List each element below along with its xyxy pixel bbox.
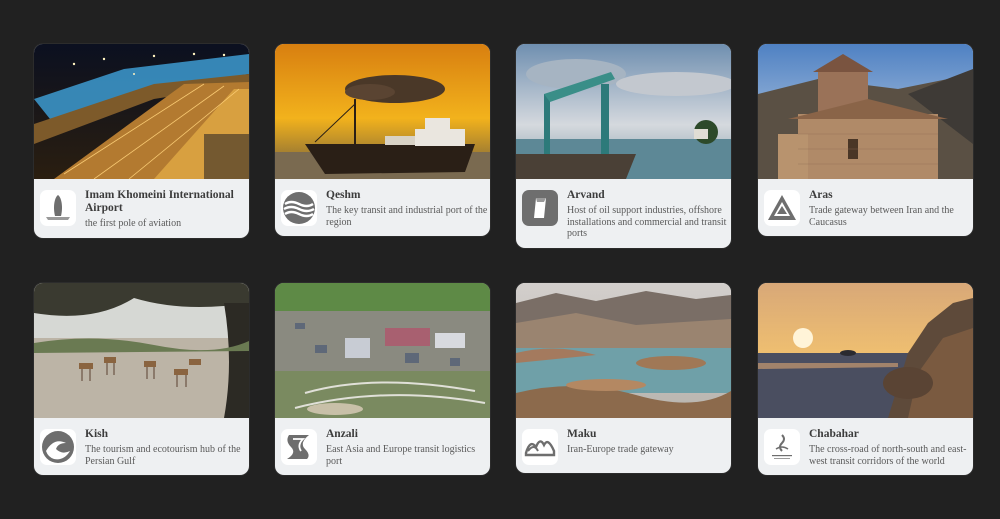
zone-card-qeshm[interactable]: Qeshm The key transit and industrial por… <box>275 44 490 236</box>
kish-deer-photo <box>34 283 249 418</box>
zone-name: Arvand <box>567 189 605 201</box>
zone-card-maku[interactable]: Maku Iran-Europe trade gateway <box>516 283 731 473</box>
zone-card-chabahar[interactable]: Chabahar The cross-road of north-south a… <box>758 283 973 475</box>
zone-card-aras[interactable]: Aras Trade gateway between Iran and the … <box>758 44 973 236</box>
arvand-icon <box>522 190 558 226</box>
anzali-icon <box>281 429 317 465</box>
mountain-triangle-icon <box>764 190 800 226</box>
arvand-port-photo <box>516 44 731 179</box>
zone-name: Chabahar <box>809 428 859 440</box>
zone-name: Imam Khomeini International Airport <box>85 189 234 214</box>
chabahar-icon <box>764 429 800 465</box>
zone-card-arvand[interactable]: Arvand Host of oil support industries, o… <box>516 44 731 248</box>
zone-description: The cross-road of north-south and east-w… <box>809 444 967 467</box>
airport-photo <box>34 44 249 179</box>
zone-card-imam-khomeini[interactable]: Imam Khomeini International Airport the … <box>34 44 249 238</box>
qeshm-ship-photo <box>275 44 490 179</box>
zone-description: East Asia and Europe transit logistics p… <box>326 444 476 467</box>
zone-name: Kish <box>85 428 109 440</box>
waves-icon <box>281 190 317 226</box>
zone-card-anzali[interactable]: Anzali East Asia and Europe transit logi… <box>275 283 490 475</box>
zone-name: Anzali <box>326 428 358 440</box>
zone-description: Host of oil support industries, offshore… <box>567 205 727 239</box>
zone-description: The tourism and ecotourism hub of the Pe… <box>85 444 241 467</box>
zone-card-kish[interactable]: Kish The tourism and ecotourism hub of t… <box>34 283 249 475</box>
maku-icon <box>522 429 558 465</box>
aras-church-photo <box>758 44 973 179</box>
zone-name: Aras <box>809 189 833 201</box>
zone-description: the first pole of aviation <box>85 218 182 229</box>
airport-plane-icon <box>40 190 76 226</box>
zone-description: Trade gateway between Iran and the Cauca… <box>809 205 954 228</box>
zone-name: Qeshm <box>326 189 361 201</box>
maku-lake-photo <box>516 283 731 418</box>
chabahar-sunset-photo <box>758 283 973 418</box>
zone-description: The key transit and industrial port of t… <box>326 205 488 228</box>
zone-name: Maku <box>567 428 597 440</box>
zone-description: Iran-Europe trade gateway <box>567 444 674 455</box>
kish-wave-icon <box>40 429 76 465</box>
anzali-aerial-photo <box>275 283 490 418</box>
